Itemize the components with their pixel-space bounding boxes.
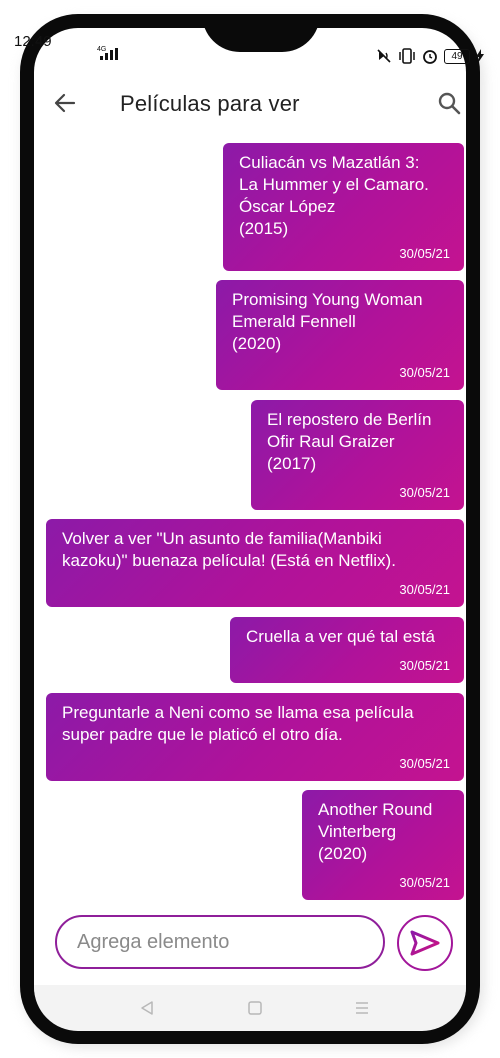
message-bubble[interactable]: Cruella a ver qué tal está 30/05/21 [230, 617, 464, 683]
status-icons: 49 [376, 47, 484, 65]
battery-icon: 49 [444, 48, 470, 64]
message-bubble[interactable]: El repostero de Berlín Ofir Raul Graizer… [251, 400, 464, 510]
alarm-icon [423, 50, 437, 64]
battery-level: 49 [451, 50, 463, 62]
message-bubble[interactable]: Culiacán vs Mazatlán 3: La Hummer y el C… [223, 143, 464, 271]
message-text: Preguntarle a Neni como se llama esa pel… [62, 703, 414, 744]
message-text: Culiacán vs Mazatlán 3: La Hummer y el C… [239, 153, 429, 238]
message-text: Volver a ver "Un asunto de familia(Manbi… [62, 529, 396, 570]
message-date: 30/05/21 [399, 875, 450, 890]
search-button[interactable] [432, 86, 466, 120]
square-home-icon [248, 1001, 262, 1015]
message-date: 30/05/21 [399, 582, 450, 597]
message-bubble[interactable]: Volver a ver "Un asunto de familia(Manbi… [46, 519, 464, 607]
send-icon [410, 930, 440, 956]
message-bubble[interactable]: Another Round Vinterberg (2020) 30/05/21 [302, 790, 464, 900]
nav-menu-button[interactable] [349, 995, 375, 1021]
status-time: 12:49 [14, 33, 52, 50]
send-button[interactable] [397, 915, 453, 971]
add-item-field[interactable] [55, 915, 385, 969]
message-text: Another Round Vinterberg (2020) [318, 800, 433, 863]
signal-icon [100, 48, 118, 60]
menu-lines-icon [356, 1002, 368, 1014]
search-icon [438, 92, 461, 115]
vibrate-icon [399, 48, 415, 64]
arrow-left-icon [54, 93, 76, 113]
message-date: 30/05/21 [399, 756, 450, 771]
nav-back-button[interactable] [134, 995, 160, 1021]
nav-home-button[interactable] [242, 995, 268, 1021]
message-bubble[interactable]: Promising Young Woman Emerald Fennell (2… [216, 280, 464, 390]
mute-vibrate-icon [377, 49, 391, 63]
back-button[interactable] [48, 86, 82, 120]
message-text: Cruella a ver qué tal está [246, 627, 435, 646]
message-date: 30/05/21 [399, 658, 450, 673]
message-text: El repostero de Berlín Ofir Raul Graizer… [267, 410, 432, 473]
message-date: 30/05/21 [399, 365, 450, 380]
system-nav-bar [34, 985, 466, 1031]
add-item-input[interactable] [75, 929, 369, 955]
message-bubble[interactable]: Preguntarle a Neni como se llama esa pel… [46, 693, 464, 781]
message-date: 30/05/21 [399, 246, 450, 261]
charging-icon [476, 49, 484, 63]
message-date: 30/05/21 [399, 485, 450, 500]
message-text: Promising Young Woman Emerald Fennell (2… [232, 290, 423, 353]
page-title: Películas para ver [120, 91, 300, 116]
triangle-back-icon [141, 1001, 153, 1015]
